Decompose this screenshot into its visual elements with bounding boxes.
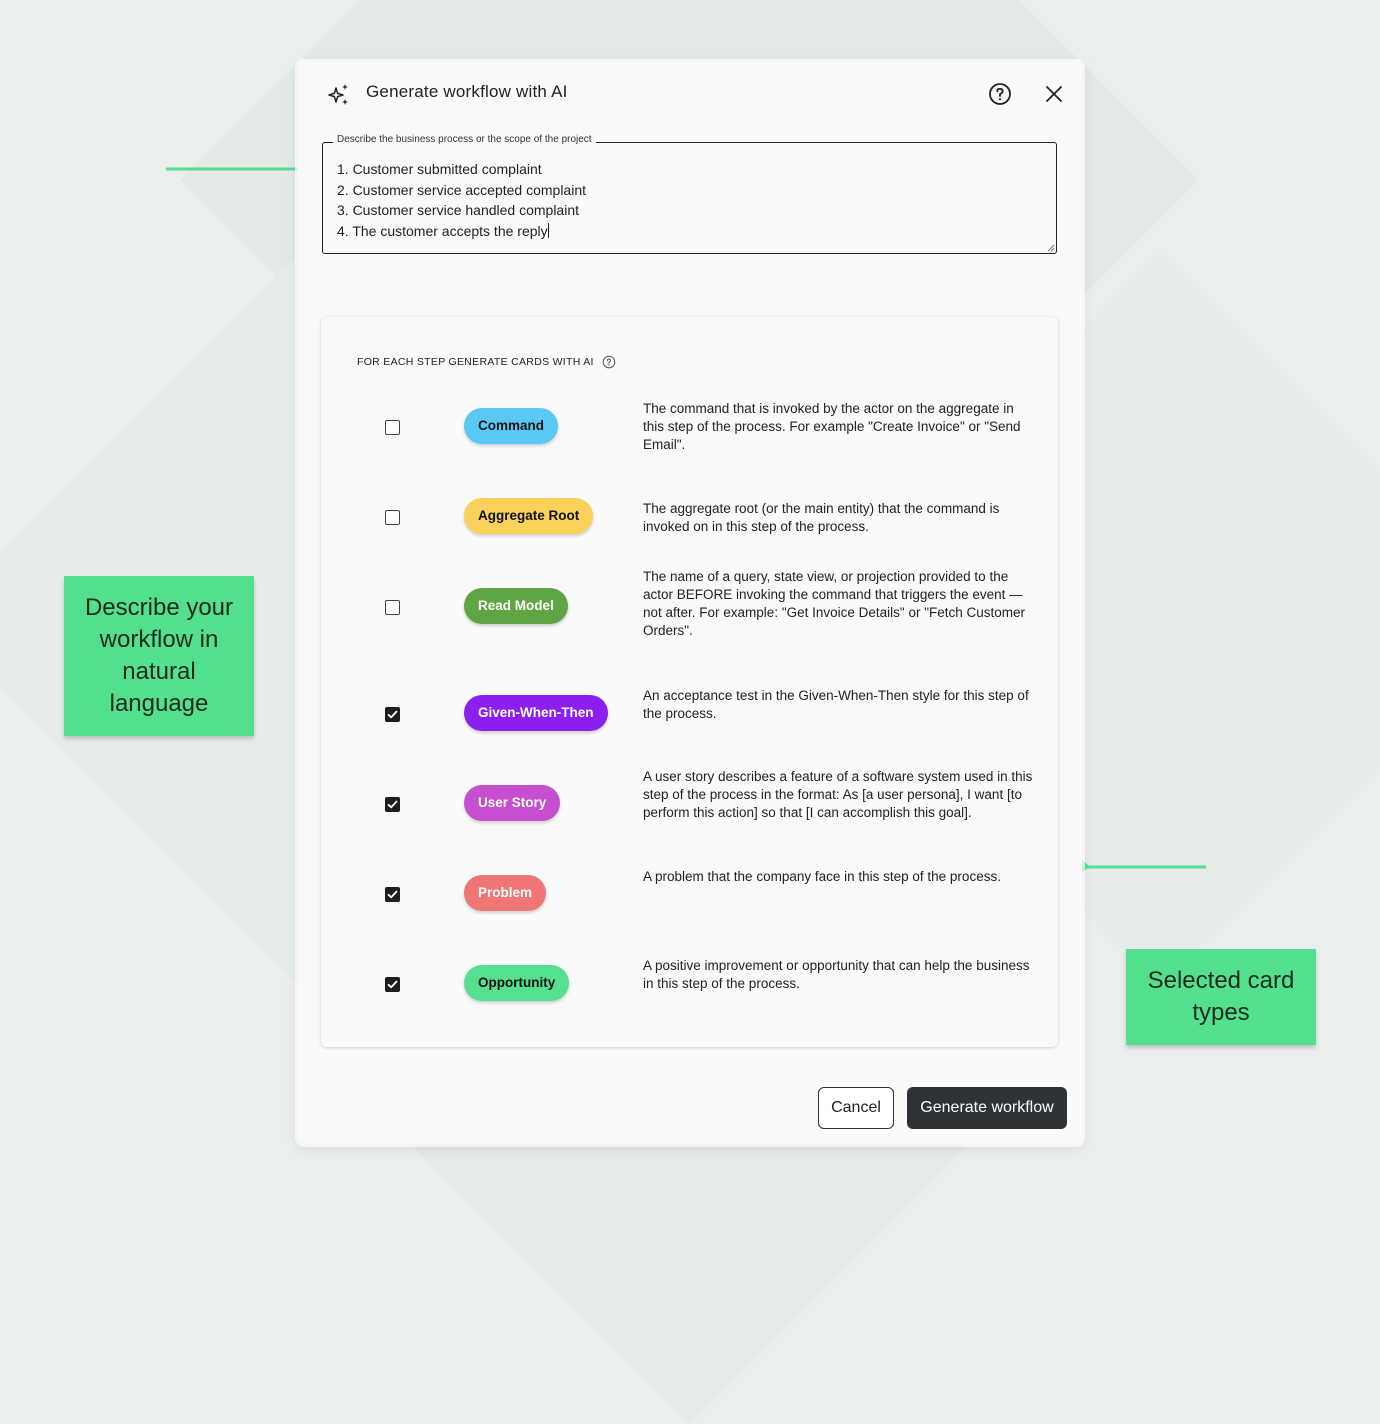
card-type-badge[interactable]: Command xyxy=(464,408,559,444)
card-type-checkbox[interactable] xyxy=(385,707,400,722)
card-type-checkbox[interactable] xyxy=(385,887,400,902)
card-type-description: An acceptance test in the Given-When-The… xyxy=(643,688,1029,721)
generate-workflow-dialog: Generate workflow with AI Describe the b… xyxy=(298,62,1082,1144)
process-description-textarea[interactable]: 1. Customer submitted complaint 2. Custo… xyxy=(337,159,586,241)
card-type-description: The name of a query, state view, or proj… xyxy=(643,569,1026,638)
generate-workflow-button[interactable]: Generate workflow xyxy=(907,1087,1067,1129)
card-type-badge[interactable]: Problem xyxy=(464,875,547,911)
card-type-description: A positive improvement or opportunity th… xyxy=(643,958,1030,991)
card-type-badge[interactable]: Aggregate Root xyxy=(464,498,594,534)
card-type-description: The command that is invoked by the actor… xyxy=(643,401,1021,452)
close-icon[interactable] xyxy=(1044,84,1064,104)
resize-handle-icon[interactable] xyxy=(1047,244,1055,252)
check-icon xyxy=(387,890,398,899)
check-icon xyxy=(387,800,398,809)
card-type-checkbox[interactable] xyxy=(385,600,400,615)
callout-describe-workflow: Describe your workflow in natural langua… xyxy=(64,576,254,736)
card-type-description: A user story describes a feature of a so… xyxy=(643,769,1033,820)
callout-selected-card-types: Selected card types xyxy=(1126,949,1316,1045)
text-caret xyxy=(547,222,549,238)
callout-right-text: Selected card types xyxy=(1147,967,1295,1026)
textarea-line: 4. The customer accepts the reply xyxy=(337,222,548,239)
card-type-checkbox[interactable] xyxy=(385,977,400,992)
help-circle-icon[interactable] xyxy=(988,82,1012,106)
process-description-field[interactable]: Describe the business process or the sco… xyxy=(322,134,1057,254)
sparkles-icon xyxy=(328,84,348,105)
help-circle-icon[interactable] xyxy=(602,355,616,369)
process-description-label: Describe the business process or the sco… xyxy=(333,134,596,145)
card-types-heading: FOR EACH STEP GENERATE CARDS WITH AI xyxy=(357,356,594,368)
textarea-line: 3. Customer service handled complaint xyxy=(337,202,580,218)
check-icon xyxy=(387,980,398,989)
dialog-title: Generate workflow with AI xyxy=(366,82,568,101)
card-type-checkbox[interactable] xyxy=(385,797,400,812)
card-type-badge[interactable]: Opportunity xyxy=(464,965,570,1001)
textarea-line: 1. Customer submitted complaint xyxy=(337,161,542,177)
card-type-description: A problem that the company face in this … xyxy=(643,869,1001,884)
textarea-line: 2. Customer service accepted complaint xyxy=(337,181,586,198)
card-type-checkbox[interactable] xyxy=(385,420,400,435)
card-type-description: The aggregate root (or the main entity) … xyxy=(643,501,1000,534)
card-type-checkbox[interactable] xyxy=(385,510,400,525)
cancel-button[interactable]: Cancel xyxy=(818,1087,894,1129)
card-type-badge[interactable]: Given-When-Then xyxy=(464,695,608,731)
callout-left-text: Describe your workflow in natural langua… xyxy=(84,594,234,717)
card-type-badge[interactable]: Read Model xyxy=(464,588,568,624)
card-type-badge[interactable]: User Story xyxy=(464,785,561,821)
card-types-panel: FOR EACH STEP GENERATE CARDS WITH AI Com… xyxy=(321,317,1058,1047)
check-icon xyxy=(387,710,398,719)
